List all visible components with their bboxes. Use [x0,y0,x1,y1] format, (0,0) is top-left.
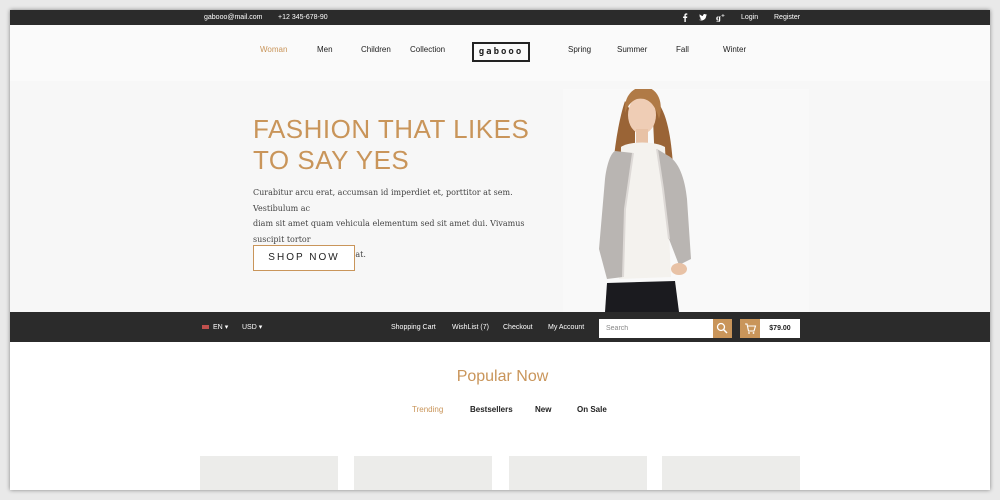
language-select[interactable]: EN ▾ [213,323,228,332]
shop-bar: EN ▾ USD ▾ Shopping Cart WishList (7) Ch… [10,312,990,342]
nav-item-collection[interactable]: Collection [410,45,445,54]
search-button[interactable] [713,319,732,338]
cart-total[interactable]: $79.00 [760,319,800,338]
browser-frame: gabooo@mail.com +12 345-678-90 g+ Login … [10,10,990,490]
search-icon [716,322,728,334]
hero-text-line: diam sit amet quam vehicula elementum se… [253,219,525,244]
contact-email[interactable]: gabooo@mail.com [204,13,262,22]
product-card[interactable] [662,456,800,490]
nav-item-summer[interactable]: Summer [617,45,647,54]
hero-text-line: Curabitur arcu erat, accumsan id imperdi… [253,188,513,213]
nav-item-children[interactable]: Children [361,45,391,54]
hero-title-line: TO SAY YES [253,145,410,175]
nav-item-spring[interactable]: Spring [568,45,591,54]
cart-icon [745,323,757,334]
flag-icon [202,325,209,329]
tab-bestsellers[interactable]: Bestsellers [470,405,513,414]
nav-item-winter[interactable]: Winter [723,45,746,54]
wishlist-link[interactable]: WishList (7) [452,323,489,332]
site-logo[interactable]: gabooo [472,42,530,62]
model-photo [563,89,809,312]
shopping-cart-link[interactable]: Shopping Cart [391,323,436,332]
shop-now-button[interactable]: SHOP NOW [253,245,355,271]
my-account-link[interactable]: My Account [548,323,584,332]
nav-item-woman[interactable]: Woman [260,45,287,54]
tab-on-sale[interactable]: On Sale [577,405,607,414]
product-card[interactable] [509,456,647,490]
section-title: Popular Now [456,368,549,385]
hero-banner: FASHION THAT LIKES TO SAY YES Curabitur … [10,81,990,312]
tab-new[interactable]: New [535,405,551,414]
currency-label: USD [242,324,257,331]
product-card[interactable] [200,456,338,490]
top-bar: gabooo@mail.com +12 345-678-90 g+ Login … [10,10,990,25]
google-plus-icon[interactable]: g+ [716,12,725,22]
language-label: EN [213,324,223,331]
twitter-icon[interactable] [699,14,707,21]
nav-item-fall[interactable]: Fall [676,45,689,54]
caret-down-icon: ▾ [258,324,263,331]
currency-select[interactable]: USD ▾ [242,323,262,332]
facebook-icon[interactable] [682,13,688,22]
nav-item-men[interactable]: Men [317,45,333,54]
register-link[interactable]: Register [774,13,800,22]
hero-title-line: FASHION THAT LIKES [253,114,530,144]
contact-phone: +12 345-678-90 [278,14,328,21]
search-input[interactable] [599,319,713,338]
checkout-link[interactable]: Checkout [503,323,533,332]
product-card[interactable] [354,456,492,490]
main-nav: Woman Men Children Collection gabooo Spr… [10,25,990,81]
cart-button[interactable] [740,319,760,338]
caret-down-icon: ▾ [224,324,229,331]
login-link[interactable]: Login [741,13,758,22]
hero-title: FASHION THAT LIKES TO SAY YES [253,114,573,176]
tab-trending[interactable]: Trending [412,405,443,414]
